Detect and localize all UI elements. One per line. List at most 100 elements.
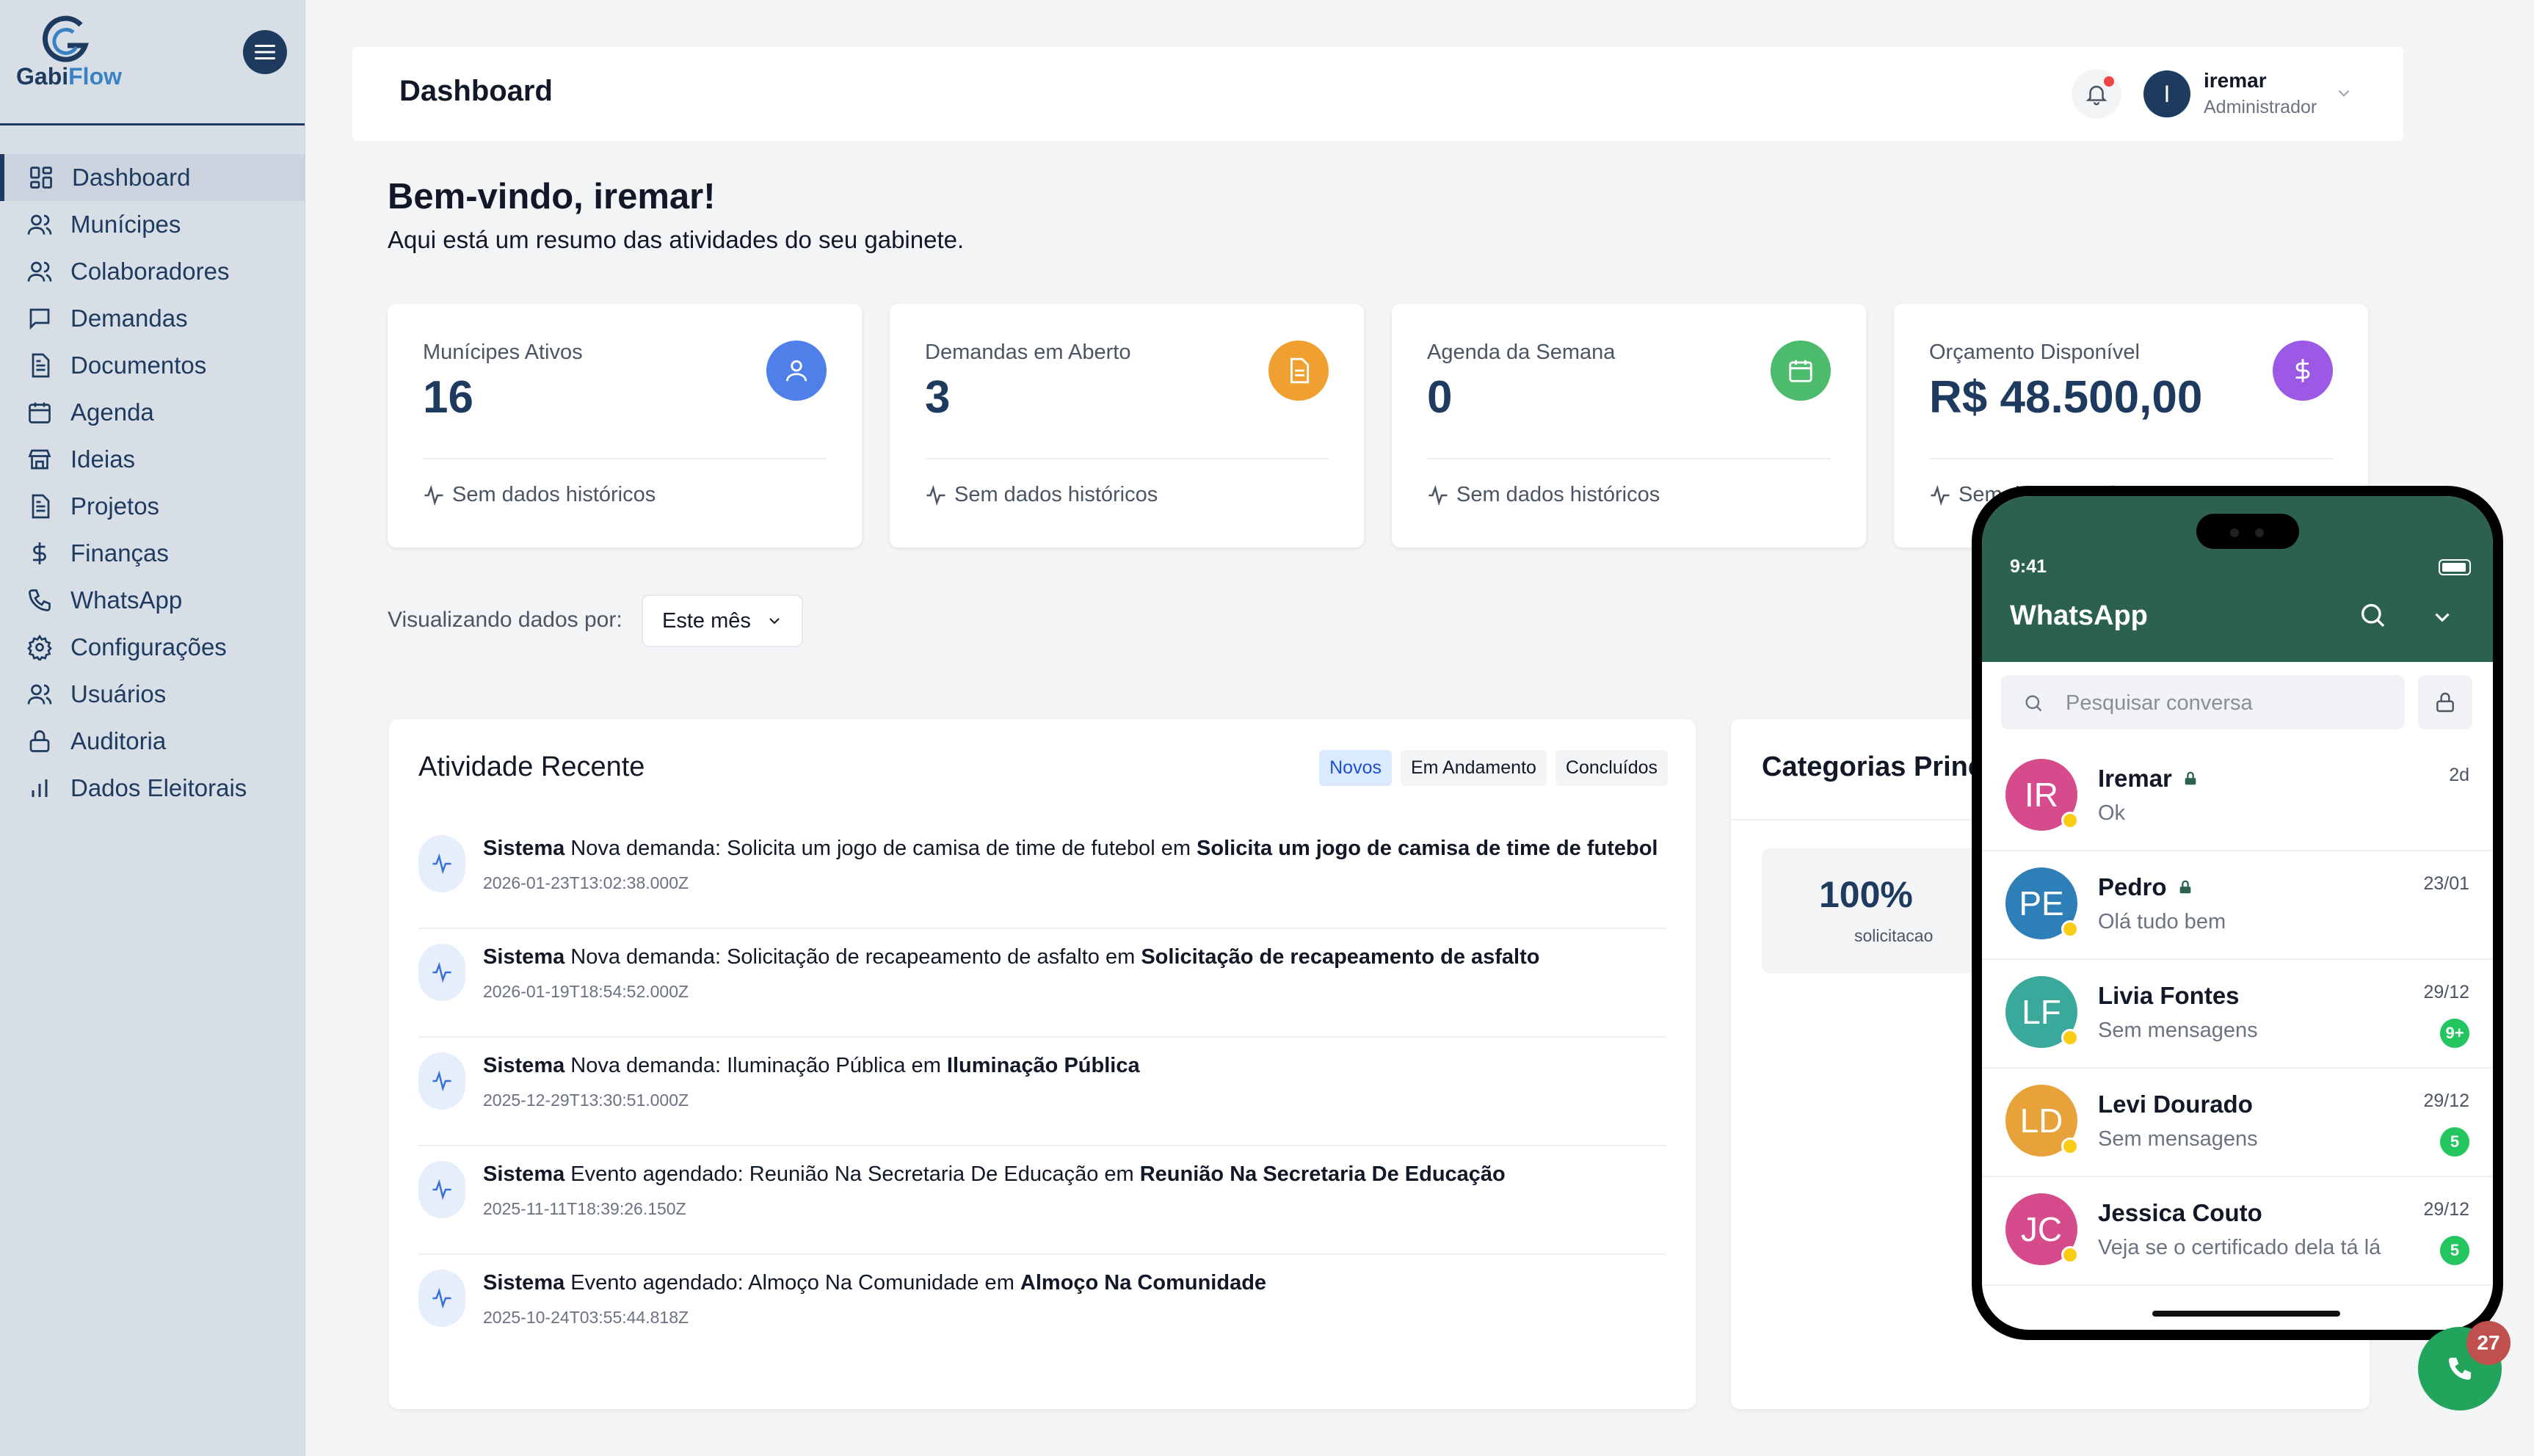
activity-item[interactable]: Sistema Nova demanda: Solicita um jogo d… <box>418 820 1666 929</box>
user-menu-chevron[interactable] <box>2334 84 2353 106</box>
sidebar-item-financas[interactable]: Finanças <box>0 530 305 577</box>
chat-date: 23/01 <box>2423 873 2469 894</box>
document-icon <box>1268 341 1329 401</box>
whatsapp-title: WhatsApp <box>2010 600 2148 631</box>
chat-item[interactable]: PE Pedro Olá tudo bem 23/01 <box>1982 851 2493 960</box>
chat-name: Pedro <box>2098 873 2193 901</box>
chat-square-icon <box>25 304 54 333</box>
stat-card-municipes[interactable]: Munícipes Ativos 16 Sem dados históricos <box>388 304 862 547</box>
sidebar-item-label: Agenda <box>70 398 154 426</box>
category-name: solicitacao <box>1854 926 1934 945</box>
recent-activity-panel: Atividade Recente Novos Em Andamento Con… <box>389 719 1696 1409</box>
lock-icon <box>2179 880 2190 894</box>
status-dot <box>2061 1029 2079 1046</box>
activity-item[interactable]: Sistema Evento agendado: Reunião Na Secr… <box>418 1146 1666 1255</box>
activity-icon <box>418 1161 465 1218</box>
period-select[interactable]: Este mês <box>642 594 803 647</box>
unread-badge: 9+ <box>2440 1019 2469 1048</box>
activity-icon <box>424 484 443 506</box>
sidebar-item-label: Configurações <box>70 633 227 660</box>
stat-card-demandas[interactable]: Demandas em Aberto 3 Sem dados histórico… <box>890 304 1364 547</box>
stat-value: 0 <box>1427 372 1453 423</box>
user-icon <box>766 341 827 401</box>
chat-date: 29/12 <box>2423 1199 2469 1220</box>
notifications-button[interactable] <box>2072 69 2121 119</box>
document-icon <box>25 492 54 521</box>
sidebar-item-ideias[interactable]: Ideias <box>0 436 305 483</box>
sidebar-item-colaboradores[interactable]: Colaboradores <box>0 248 305 295</box>
activity-icon <box>418 944 465 1001</box>
activity-icon <box>418 835 465 892</box>
chat-item[interactable]: LD Levi Dourado Sem mensagens 29/12 5 <box>1982 1069 2493 1177</box>
sidebar-item-agenda[interactable]: Agenda <box>0 389 305 436</box>
status-dot <box>2061 1246 2079 1264</box>
whatsapp-search-button[interactable] <box>2358 600 2387 633</box>
chat-last-message: Veja se o certificado dela tá lá <box>2098 1236 2381 1259</box>
sidebar-item-dados-eleitorais[interactable]: Dados Eleitorais <box>0 765 305 812</box>
users-icon <box>25 680 54 709</box>
chevron-down-icon <box>2435 613 2450 622</box>
phone-screen: 9:41 WhatsApp Pesquisar conversa IR Irem… <box>1982 496 2493 1330</box>
user-name[interactable]: iremar <box>2204 69 2267 92</box>
chat-last-message: Sem mensagens <box>2098 1019 2258 1042</box>
welcome-subtitle: Aqui está um resumo das atividades do se… <box>388 226 965 253</box>
sidebar-item-projetos[interactable]: Projetos <box>0 483 305 530</box>
activity-item[interactable]: Sistema Nova demanda: Solicitação de rec… <box>418 929 1666 1038</box>
dollar-icon <box>25 539 54 568</box>
tab-novos[interactable]: Novos <box>1319 750 1392 786</box>
sidebar: GabiFlow Dashboard Munícipes Colaborador… <box>0 0 305 1456</box>
sidebar-item-label: Projetos <box>70 492 160 520</box>
search-icon <box>2025 695 2042 712</box>
stat-value: 3 <box>925 372 951 423</box>
sidebar-item-label: Dashboard <box>72 164 191 191</box>
whatsapp-search-input[interactable]: Pesquisar conversa <box>2001 675 2405 729</box>
sidebar-item-label: Ideias <box>70 445 136 473</box>
activity-time: 2025-10-24T03:55:44.818Z <box>483 1308 689 1327</box>
stat-divider <box>1929 458 2333 459</box>
whatsapp-lock-button[interactable] <box>2418 675 2472 729</box>
activity-item[interactable]: Sistema Evento agendado: Almoço Na Comun… <box>418 1255 1666 1362</box>
tab-em-andamento[interactable]: Em Andamento <box>1400 750 1547 786</box>
status-dot <box>2061 1138 2079 1155</box>
activity-time: 2025-11-11T18:39:26.150Z <box>483 1199 686 1218</box>
menu-toggle-button[interactable] <box>243 30 287 74</box>
avatar: PE <box>2005 867 2079 939</box>
unread-badge: 5 <box>2440 1127 2469 1157</box>
chat-date: 2d <box>2449 765 2469 785</box>
tab-concluidos[interactable]: Concluídos <box>1555 750 1668 786</box>
phone-icon <box>25 586 54 615</box>
users-icon <box>25 210 54 239</box>
activity-item[interactable]: Sistema Nova demanda: Iluminação Pública… <box>418 1038 1666 1146</box>
logo-text: GabiFlow <box>16 63 122 90</box>
sidebar-item-label: Demandas <box>70 305 188 332</box>
battery-icon <box>2439 559 2471 575</box>
chat-item[interactable]: JC Jessica Couto Veja se o certificado d… <box>1982 1177 2493 1286</box>
sidebar-item-documentos[interactable]: Documentos <box>0 342 305 389</box>
sidebar-item-dashboard[interactable]: Dashboard <box>0 154 305 201</box>
gabiflow-logo[interactable]: GabiFlow <box>16 15 126 95</box>
chat-name: Iremar <box>2098 765 2199 793</box>
user-role: Administrador <box>2204 97 2317 117</box>
gear-icon <box>25 633 54 662</box>
activity-tabs: Novos Em Andamento Concluídos <box>1319 750 1668 786</box>
sidebar-item-auditoria[interactable]: Auditoria <box>0 718 305 765</box>
logo-icon <box>43 15 89 62</box>
sidebar-item-demandas[interactable]: Demandas <box>0 295 305 342</box>
stat-value: R$ 48.500,00 <box>1929 372 2203 423</box>
activity-text: Sistema Nova demanda: Solicita um jogo d… <box>483 837 1658 860</box>
chat-item[interactable]: IR Iremar Ok 2d <box>1982 743 2493 851</box>
whatsapp-collapse-button[interactable] <box>2430 605 2455 633</box>
recent-activity-title: Atividade Recente <box>418 751 645 782</box>
chat-item[interactable]: LF Livia Fontes Sem mensagens 29/12 9+ <box>1982 960 2493 1069</box>
whatsapp-phone-widget: 9:41 WhatsApp Pesquisar conversa IR Irem… <box>1972 486 2503 1340</box>
bar-chart-icon <box>25 774 54 803</box>
sidebar-item-usuarios[interactable]: Usuários <box>0 671 305 718</box>
sidebar-item-configuracoes[interactable]: Configurações <box>0 624 305 671</box>
stat-card-agenda[interactable]: Agenda da Semana 0 Sem dados históricos <box>1392 304 1866 547</box>
chat-name: Levi Dourado <box>2098 1091 2253 1118</box>
activity-list: Sistema Nova demanda: Solicita um jogo d… <box>418 820 1666 1362</box>
sidebar-item-municipes[interactable]: Munícipes <box>0 201 305 248</box>
sidebar-item-whatsapp[interactable]: WhatsApp <box>0 577 305 624</box>
avatar: LF <box>2005 976 2079 1048</box>
user-avatar[interactable]: I <box>2143 70 2190 117</box>
